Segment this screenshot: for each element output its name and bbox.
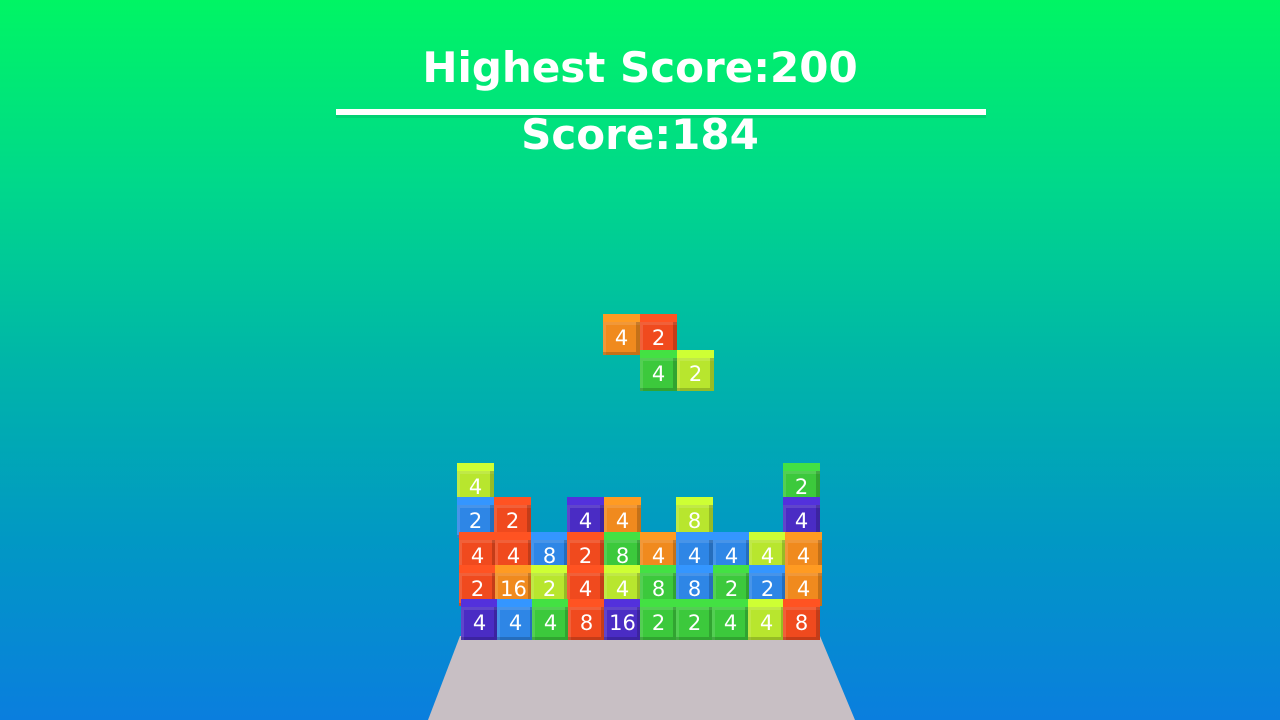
cube-value: 4 — [508, 611, 523, 635]
cube-top-face — [783, 463, 820, 471]
cube-top-face — [640, 565, 677, 573]
cube-top-face — [676, 532, 713, 540]
cube-value: 4 — [470, 544, 485, 568]
cube-value: 16 — [609, 611, 636, 635]
cube-top-face — [459, 532, 496, 540]
cube-value: 4 — [651, 362, 666, 386]
cube-top-face — [783, 497, 820, 505]
cube-top-face — [677, 350, 714, 358]
cube-value: 2 — [687, 611, 702, 635]
cube-value: 4 — [615, 577, 630, 601]
cube-top-face — [604, 565, 641, 573]
cube-top-face — [640, 350, 677, 358]
cube-top-face — [568, 599, 605, 607]
falling-cube[interactable]: 4 — [640, 350, 677, 391]
cube-value: 4 — [794, 509, 809, 533]
cube-value: 4 — [615, 509, 630, 533]
stack-cube: 4 — [712, 599, 749, 640]
cube-value: 8 — [794, 611, 809, 635]
cube-top-face — [785, 565, 822, 573]
cube-value: 2 — [794, 475, 809, 499]
cube-top-face — [604, 599, 641, 607]
cube-value: 4 — [651, 544, 666, 568]
platform-surface — [428, 636, 855, 720]
cube-value: 2 — [470, 577, 485, 601]
cube-top-face — [749, 565, 786, 573]
stack-cube: 4 — [461, 599, 498, 640]
falling-cube[interactable]: 4 — [603, 314, 640, 355]
cube-top-face — [532, 599, 569, 607]
cube-top-face — [640, 314, 677, 322]
cube-top-face — [567, 565, 604, 573]
cube-value: 4 — [796, 577, 811, 601]
cube-value: 4 — [543, 611, 558, 635]
cube-top-face — [748, 599, 785, 607]
cube-value: 4 — [468, 475, 483, 499]
cube-top-face — [461, 599, 498, 607]
cube-top-face — [459, 565, 496, 573]
cube-value: 4 — [472, 611, 487, 635]
cube-value: 4 — [724, 544, 739, 568]
cube-value: 2 — [651, 326, 666, 350]
cube-top-face — [604, 497, 641, 505]
cube-top-face — [749, 532, 786, 540]
cube-value: 2 — [578, 544, 593, 568]
cube-value: 8 — [687, 577, 702, 601]
cube-top-face — [785, 532, 822, 540]
cube-top-face — [676, 599, 713, 607]
cube-value: 8 — [579, 611, 594, 635]
cube-top-face — [783, 599, 820, 607]
cube-top-face — [676, 497, 713, 505]
cube-value: 2 — [505, 509, 520, 533]
cube-value: 8 — [542, 544, 557, 568]
cube-top-face — [713, 565, 750, 573]
stack-cube: 4 — [497, 599, 534, 640]
cube-value: 4 — [614, 326, 629, 350]
cube-top-face — [604, 532, 641, 540]
stack-cube: 4 — [748, 599, 785, 640]
cube-top-face — [567, 497, 604, 505]
stack-cube: 2 — [676, 599, 713, 640]
cube-value: 16 — [500, 577, 527, 601]
cube-top-face — [713, 532, 750, 540]
stack-cube: 2 — [640, 599, 677, 640]
stack-cube: 8 — [568, 599, 605, 640]
stack-cube: 16 — [604, 599, 641, 640]
cube-top-face — [676, 565, 713, 573]
cube-value: 4 — [723, 611, 738, 635]
cube-value: 2 — [760, 577, 775, 601]
cube-top-face — [531, 565, 568, 573]
cube-value: 2 — [651, 611, 666, 635]
cube-value: 8 — [615, 544, 630, 568]
cube-top-face — [494, 497, 531, 505]
falling-cube[interactable]: 2 — [677, 350, 714, 391]
cube-value: 4 — [687, 544, 702, 568]
cube-value: 4 — [578, 509, 593, 533]
cube-value: 2 — [468, 509, 483, 533]
cube-top-face — [457, 497, 494, 505]
cube-value: 4 — [578, 577, 593, 601]
cube-value: 8 — [651, 577, 666, 601]
stack-cube: 8 — [783, 599, 820, 640]
cube-top-face — [497, 599, 534, 607]
cube-top-face — [712, 599, 749, 607]
cube-top-face — [603, 314, 640, 322]
cube-value: 4 — [796, 544, 811, 568]
cube-value: 4 — [759, 611, 774, 635]
cube-top-face — [531, 532, 568, 540]
cube-top-face — [640, 532, 677, 540]
cube-value: 2 — [724, 577, 739, 601]
cube-top-face — [495, 565, 532, 573]
cube-value: 8 — [687, 509, 702, 533]
cube-top-face — [567, 532, 604, 540]
cube-top-face — [457, 463, 494, 471]
cube-top-face — [640, 599, 677, 607]
cube-top-face — [495, 532, 532, 540]
cube-value: 4 — [506, 544, 521, 568]
cube-value: 2 — [688, 362, 703, 386]
cube-value: 2 — [542, 577, 557, 601]
cube-value: 4 — [760, 544, 775, 568]
stack-cube: 4 — [532, 599, 569, 640]
